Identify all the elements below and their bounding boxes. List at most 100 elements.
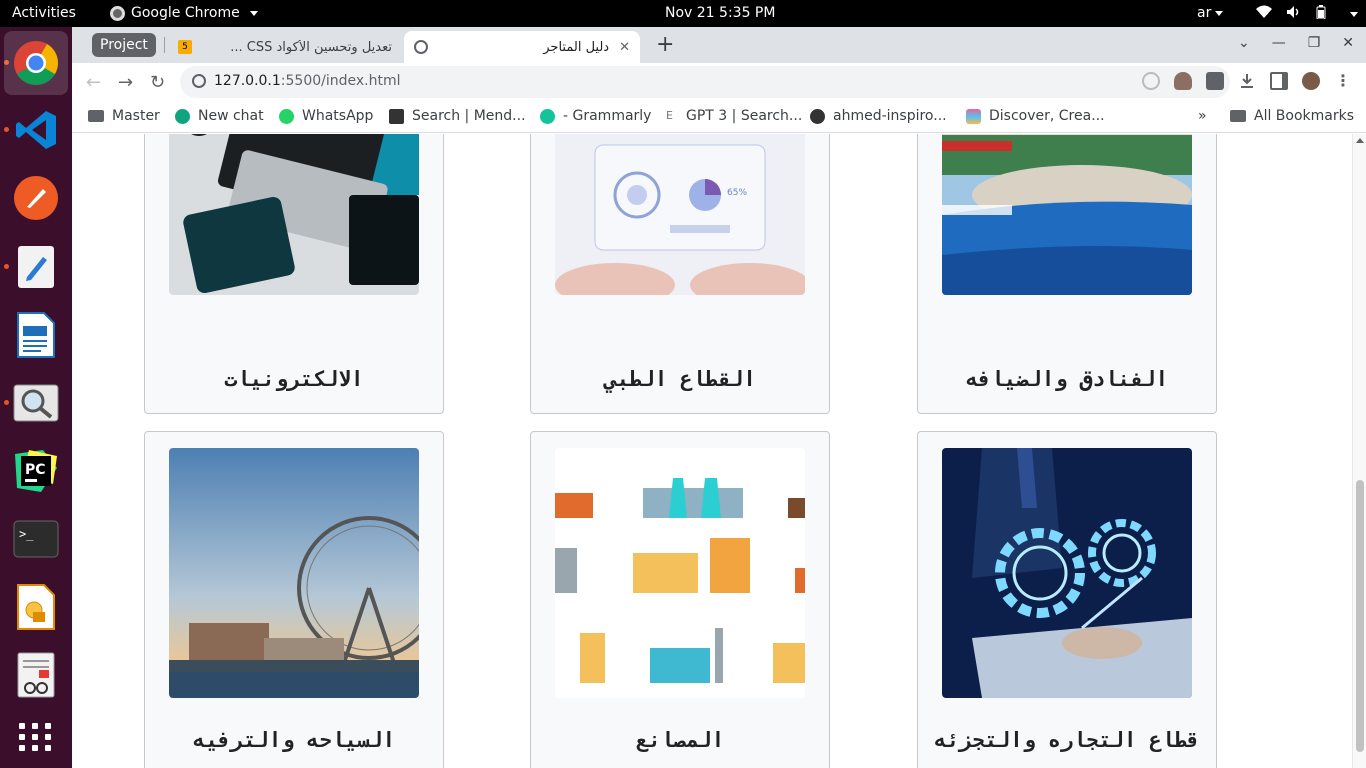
grammarly-icon [540,108,555,124]
maximize-button[interactable]: ❐ [1308,35,1321,51]
show-applications-button[interactable] [12,713,60,761]
bookmark-grammarly[interactable]: - Grammarly [540,108,651,124]
bookmark-mendeley[interactable]: Search | Mend... [389,108,526,124]
language-indicator[interactable]: ar [1197,5,1224,21]
folder-icon [1230,110,1246,122]
close-icon[interactable]: ✕ [619,40,630,55]
bookmark-gpt3[interactable]: E GPT 3 | Search... [666,108,802,124]
side-panel-icon[interactable] [1270,72,1288,90]
svg-text:>_: >_ [19,527,34,541]
scrollbar-thumb[interactable] [1356,480,1364,752]
folder-icon [88,110,104,122]
dock-libreoffice-writer[interactable] [12,311,60,359]
url-path: :5500/index.html [280,73,401,89]
new-tab-button[interactable]: + [656,32,674,57]
dock-document-viewer[interactable] [12,651,60,699]
chrome-icon [14,41,58,85]
card-tourism[interactable]: السياحه والترفيه [144,431,444,768]
kebab-menu-icon[interactable]: ⋮ [1334,72,1352,90]
chevron-right-icon: » [1198,108,1207,124]
profile-avatar[interactable] [1302,72,1320,90]
app-menu[interactable]: Google Chrome [110,5,258,21]
extensions-area: ⋮ [1142,72,1352,90]
volume-icon [1286,5,1302,19]
bookmark-github[interactable]: ahmed-inspiro... [810,108,947,124]
running-indicator [4,264,9,269]
extension-icon[interactable] [1174,72,1192,90]
bookmark-label: New chat [198,108,264,124]
svg-text:65%: 65% [727,188,747,198]
running-indicator [4,127,9,132]
dock-vscode[interactable] [12,106,60,154]
puzzle-icon[interactable] [1206,72,1224,90]
back-button[interactable]: ← [86,72,101,93]
bookmarks-overflow-button[interactable]: » [1198,108,1207,124]
dock-postman[interactable] [12,174,60,222]
scroll-up-arrow-icon[interactable] [1356,138,1364,143]
text-editor-icon [18,246,54,288]
dock-libreoffice-draw[interactable] [12,583,60,631]
dock-chrome[interactable] [4,31,68,95]
window-controls: ⌄ — ❐ ✕ [1238,35,1354,51]
card-image-retail [942,448,1192,698]
divider [164,37,165,53]
page-scrollbar[interactable] [1352,134,1366,768]
reload-button[interactable]: ↻ [150,72,165,93]
globe-icon [414,40,428,54]
system-top-bar: Activities Google Chrome Nov 21 5:35 PM … [0,0,1366,27]
url-host: 127.0.0.1 [214,73,281,89]
card-medical[interactable]: 65% القطاع الطبي [530,134,830,414]
bookmarks-bar: Master New chat WhatsApp Search | Mend..… [72,101,1366,133]
tab-strip: Project 5 تعديل وتحسين الأكواد CSS ... د… [72,27,1366,63]
card-hotels[interactable]: الفنادق والضيافه [917,134,1217,414]
bookmark-whatsapp[interactable]: WhatsApp [279,108,373,124]
dock-text-editor[interactable] [12,243,60,291]
card-title: القطاع الطبي [604,367,756,391]
dock-image-viewer[interactable] [12,379,60,427]
tab-search-icon[interactable]: ⌄ [1238,35,1250,51]
card-title: السياحه والترفيه [192,728,396,752]
favicon-icon: 5 [178,40,192,54]
bookmark-new-chat[interactable]: New chat [175,108,264,124]
dock-pycharm[interactable]: PC [12,447,60,495]
magnifier-icon [13,384,59,422]
card-title: المصانع [635,728,725,752]
close-window-button[interactable]: ✕ [1342,35,1354,51]
app-menu-label: Google Chrome [131,5,240,21]
download-icon[interactable] [1238,72,1256,90]
card-image-electronics [169,134,419,295]
card-title: الالكترونيات [224,367,364,391]
all-bookmarks-button[interactable]: All Bookmarks [1230,108,1354,124]
tab-group-project[interactable]: Project [92,33,156,57]
bookmark-label: All Bookmarks [1254,108,1355,124]
chevron-down-icon [1350,11,1358,17]
draw-icon [17,584,55,630]
card-image-factories [555,448,805,698]
writer-icon [17,312,55,358]
dock-terminal[interactable]: >_ [12,515,60,563]
site-info-icon[interactable] [192,74,206,88]
clock[interactable]: Nov 21 5:35 PM [665,5,775,21]
svg-text:PC: PC [25,462,46,478]
browser-window: Project 5 تعديل وتحسين الأكواد CSS ... د… [72,27,1366,768]
minimize-button[interactable]: — [1272,35,1286,51]
running-indicator [4,400,9,405]
card-factories[interactable]: المصانع [530,431,830,768]
system-tray[interactable] [1256,5,1358,20]
browser-toolbar: ← → ↻ 127.0.0.1:5500/index.html ⇪ ☆ ⋮ [72,63,1366,101]
tab-css-edit[interactable]: 5 تعديل وتحسين الأكواد CSS ... [168,31,402,63]
forward-button[interactable]: → [118,72,133,93]
bookmark-discover[interactable]: Discover, Crea... [966,108,1105,124]
chevron-down-icon [1215,10,1224,16]
extension-icon[interactable] [1142,72,1160,90]
card-electronics[interactable]: الالكترونيات [144,134,444,414]
page-viewport: الالكترونيات 65% القطاع الطبي الفنادق وا… [72,134,1352,768]
chevron-down-icon [249,10,258,16]
tab-store-guide[interactable]: دليل المتاجر ✕ [404,31,640,63]
activities-button[interactable]: Activities [12,5,76,21]
card-retail[interactable]: قطاع التجاره والتجزئه [917,431,1217,768]
tab-title: دليل المتاجر [543,39,610,55]
bookmark-master[interactable]: Master [88,108,160,124]
card-image-tourism [169,448,419,698]
address-bar[interactable]: 127.0.0.1:5500/index.html ⇪ ☆ [180,66,1230,98]
